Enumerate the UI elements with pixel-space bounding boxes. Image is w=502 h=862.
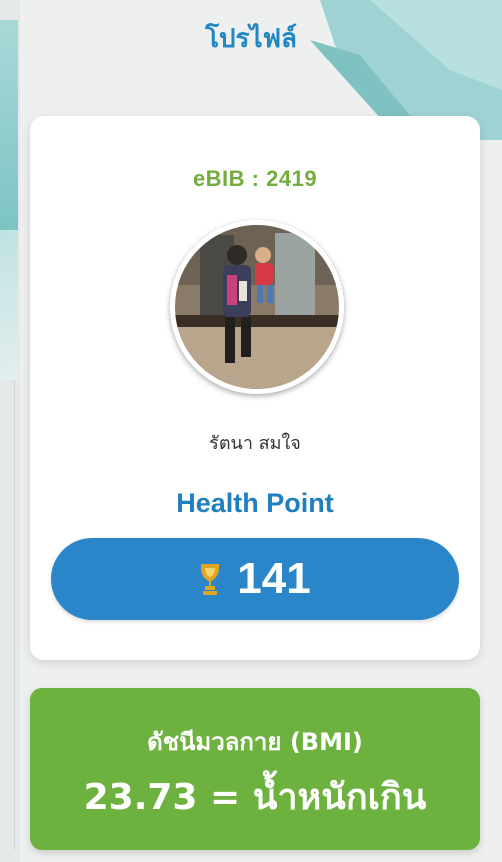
- health-point-badge[interactable]: 141: [51, 538, 459, 620]
- background-teal-fade: [0, 230, 18, 380]
- ebib-label: eBIB : 2419: [192, 166, 318, 191]
- health-point-value: 141: [237, 554, 311, 603]
- avatar[interactable]: [170, 220, 344, 394]
- background-divider: [14, 380, 15, 850]
- trophy-icon: [199, 562, 221, 596]
- bmi-title: ดัชนีมวลกาย (BMI): [147, 728, 363, 756]
- user-name: รัตนา สมใจ: [209, 433, 301, 454]
- page-title: โปรไฟล์: [205, 24, 297, 54]
- bmi-card[interactable]: ดัชนีมวลกาย (BMI) 23.73 = น้ำหนักเกิน: [30, 688, 480, 850]
- bmi-result: 23.73 = น้ำหนักเกิน: [83, 777, 427, 818]
- profile-card: eBIB : 2419 รัตนา สมใจ Health Point 141: [30, 116, 480, 660]
- health-point-label: Health Point: [176, 488, 334, 518]
